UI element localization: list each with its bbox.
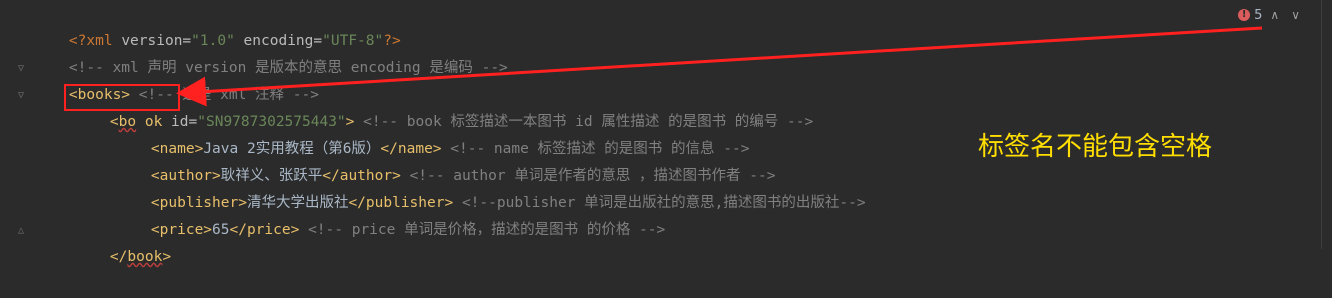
annotation-callout: 标签名不能包含空格	[978, 132, 1213, 162]
tag-close-bracket: >	[162, 249, 172, 265]
annotation-arrow	[176, 26, 1263, 107]
tag-close-open: </	[109, 249, 128, 265]
tag-book-close-error: book	[127, 249, 163, 265]
